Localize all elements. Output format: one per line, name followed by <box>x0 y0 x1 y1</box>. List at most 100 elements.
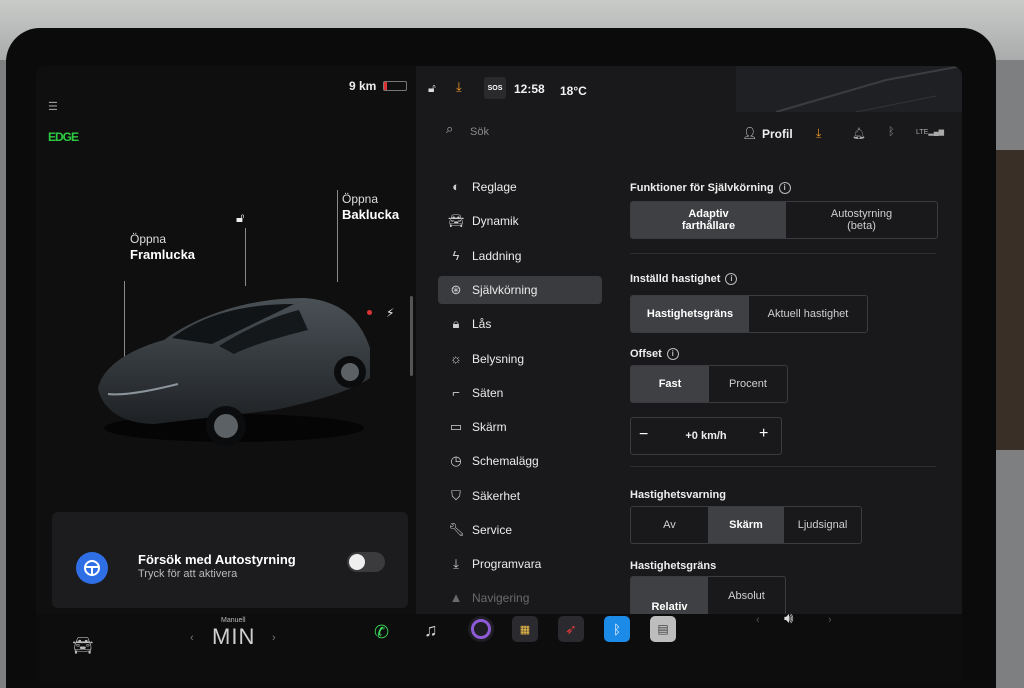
menu-item-saten[interactable]: ⌐ Säten <box>438 379 602 407</box>
offset-stepper: − +0 km/h + <box>630 417 782 455</box>
chevron-right-icon[interactable]: › <box>272 632 276 644</box>
bluetooth-icon[interactable]: ᛒ <box>888 126 895 138</box>
sos-button[interactable]: SOS <box>484 77 506 99</box>
music-icon[interactable]: ♫ <box>424 620 438 641</box>
search-icon: ⌕ <box>446 121 454 136</box>
bolt-icon: ϟ <box>452 248 460 263</box>
autosteer-prompt-subtitle: Tryck för att aktivera <box>138 568 238 580</box>
bluetooth-app-icon[interactable]: ᛒ <box>604 616 630 642</box>
car-panel-scrollbar <box>410 296 413 376</box>
option-percent[interactable]: Procent <box>709 366 787 402</box>
speed-limit-selector: Relativ Absolut <box>630 576 786 616</box>
option-fixed[interactable]: Fast <box>631 366 709 402</box>
volume-down-chevron-icon[interactable]: ‹ <box>756 614 760 626</box>
gear-indicator[interactable]: MIN <box>212 624 255 650</box>
offset-decrease-button[interactable]: − <box>639 426 648 444</box>
menu-item-skarm[interactable]: ▭ Skärm <box>438 413 602 441</box>
search-input[interactable] <box>468 122 672 142</box>
edge-badge: EDGE <box>48 130 79 144</box>
download-icon: ⤓ <box>453 556 459 571</box>
section-divider <box>630 466 936 467</box>
set-speed-selector: Hastighetsgräns Aktuell hastighet <box>630 295 868 333</box>
map-preview[interactable] <box>736 66 962 113</box>
profile-button[interactable]: Profil <box>762 127 793 141</box>
steering-wheel-icon <box>76 552 108 584</box>
shield-icon: ⛉ <box>451 488 461 503</box>
option-relative[interactable]: Relativ <box>631 577 708 615</box>
menu-item-belysning[interactable]: ☼ Belysning <box>438 345 602 373</box>
speed-warning-selector: Av Skärm Ljudsignal <box>630 506 862 544</box>
menu-item-las[interactable]: 🔒︎ Lås <box>438 310 602 338</box>
option-speed-limit[interactable]: Hastighetsgräns <box>631 296 749 332</box>
car-controls-icon[interactable]: 🚘︎ <box>72 636 94 656</box>
header-download-icon[interactable]: ⤓ <box>816 126 821 141</box>
info-icon[interactable]: i <box>725 273 738 285</box>
screen-icon: ▭ <box>449 419 463 434</box>
info-icon[interactable]: i <box>666 348 679 360</box>
navigation-app-icon[interactable]: ➶ <box>558 616 584 642</box>
outside-temperature: 18°C <box>560 84 587 98</box>
autosteer-prompt-title: Försök med Autostyrning <box>138 552 296 567</box>
sun-icon: ☼ <box>450 351 462 366</box>
headlight-icon: ☰ <box>48 101 58 113</box>
autopilot-features-selector: Adaptiv farthållare Autostyrning (beta) <box>630 201 938 239</box>
touchscreen: ☰ EDGE 9 km Öppna Framlucka Öppna Bakluc… <box>36 66 962 681</box>
menu-item-service[interactable]: 🔧︎ Service <box>438 516 602 544</box>
battery-icon <box>383 81 407 91</box>
volume-up-chevron-icon[interactable]: › <box>828 614 832 626</box>
unlock-icon[interactable]: 🔓︎ <box>236 210 244 226</box>
autosteer-toggle[interactable] <box>347 552 385 572</box>
update-download-icon[interactable]: ⤓ <box>456 79 462 95</box>
option-autosteer-beta[interactable]: Autostyrning (beta) <box>786 202 937 238</box>
navigation-icon: ▲ <box>449 590 463 605</box>
car-icon: 🚘︎ <box>448 213 465 228</box>
info-icon[interactable]: i <box>778 182 791 194</box>
wrench-icon: 🔧︎ <box>448 522 465 537</box>
charge-port-icon[interactable]: ⚡︎ <box>386 306 394 320</box>
option-display[interactable]: Skärm <box>708 507 784 543</box>
section-divider <box>630 253 936 254</box>
speed-limit-heading: Hastighetsgräns <box>630 560 717 572</box>
offset-value: +0 km/h <box>685 430 727 442</box>
menu-item-sakerhet[interactable]: ⛉ Säkerhet <box>438 482 602 510</box>
set-speed-heading: Inställd hastighet i <box>630 273 738 285</box>
menu-item-laddning[interactable]: ϟ Laddning <box>438 242 602 270</box>
speed-warning-heading: Hastighetsvarning <box>630 489 726 501</box>
trunk-label-2: Baklucka <box>342 207 400 222</box>
bottom-dock <box>36 614 962 681</box>
option-current-speed[interactable]: Aktuell hastighet <box>749 296 867 332</box>
option-absolute[interactable]: Absolut <box>708 577 785 615</box>
camera-app-icon[interactable] <box>468 616 494 642</box>
option-adaptive-cruise[interactable]: Adaptiv farthållare <box>631 202 786 238</box>
manual-app-icon[interactable]: ▤ <box>650 616 676 642</box>
menu-item-reglage[interactable]: ◐ Reglage <box>438 173 602 201</box>
seat-icon: ⌐ <box>452 385 460 400</box>
frunk-button[interactable]: Öppna Framlucka <box>130 232 195 263</box>
trunk-label-1: Öppna <box>342 192 379 206</box>
car-panel: ☰ EDGE 9 km Öppna Framlucka Öppna Bakluc… <box>36 66 416 614</box>
lock-status-icon[interactable]: 🔓︎ <box>428 81 436 96</box>
menu-item-schemalagg[interactable]: ◷ Schemalägg <box>438 447 602 475</box>
menu-item-dynamik[interactable]: 🚘︎ Dynamik <box>438 207 602 235</box>
autosteer-prompt-card[interactable]: Försök med Autostyrning Tryck för att ak… <box>52 512 408 608</box>
menu-item-programvara[interactable]: ⤓ Programvara <box>438 550 602 578</box>
bell-icon[interactable]: 🔔︎ <box>852 127 866 140</box>
offset-mode-selector: Fast Procent <box>630 365 788 403</box>
lock-icon: 🔒︎ <box>452 316 460 331</box>
chevron-left-icon[interactable]: ‹ <box>190 632 194 644</box>
profile-icon[interactable]: 👤︎ <box>742 126 757 140</box>
toybox-icon[interactable]: ▦ <box>512 616 538 642</box>
range-readout: 9 km <box>349 79 377 93</box>
volume-icon[interactable]: 🔊︎ <box>784 610 793 627</box>
trunk-leader-line <box>337 190 338 282</box>
option-chime[interactable]: Ljudsignal <box>784 507 861 543</box>
menu-item-sjalvkorning[interactable]: ⊛ Självkörning <box>438 276 602 304</box>
steering-wheel-icon: ⊛ <box>450 282 462 297</box>
phone-icon[interactable]: ✆ <box>374 622 389 643</box>
frunk-label-2: Framlucka <box>130 247 196 262</box>
offset-increase-button[interactable]: + <box>759 425 768 443</box>
menu-item-navigering[interactable]: ▲ Navigering <box>438 584 602 612</box>
autopilot-features-heading: Funktioner för Självkörning i <box>630 182 791 194</box>
trunk-button[interactable]: Öppna Baklucka <box>342 192 399 223</box>
option-off[interactable]: Av <box>631 507 708 543</box>
